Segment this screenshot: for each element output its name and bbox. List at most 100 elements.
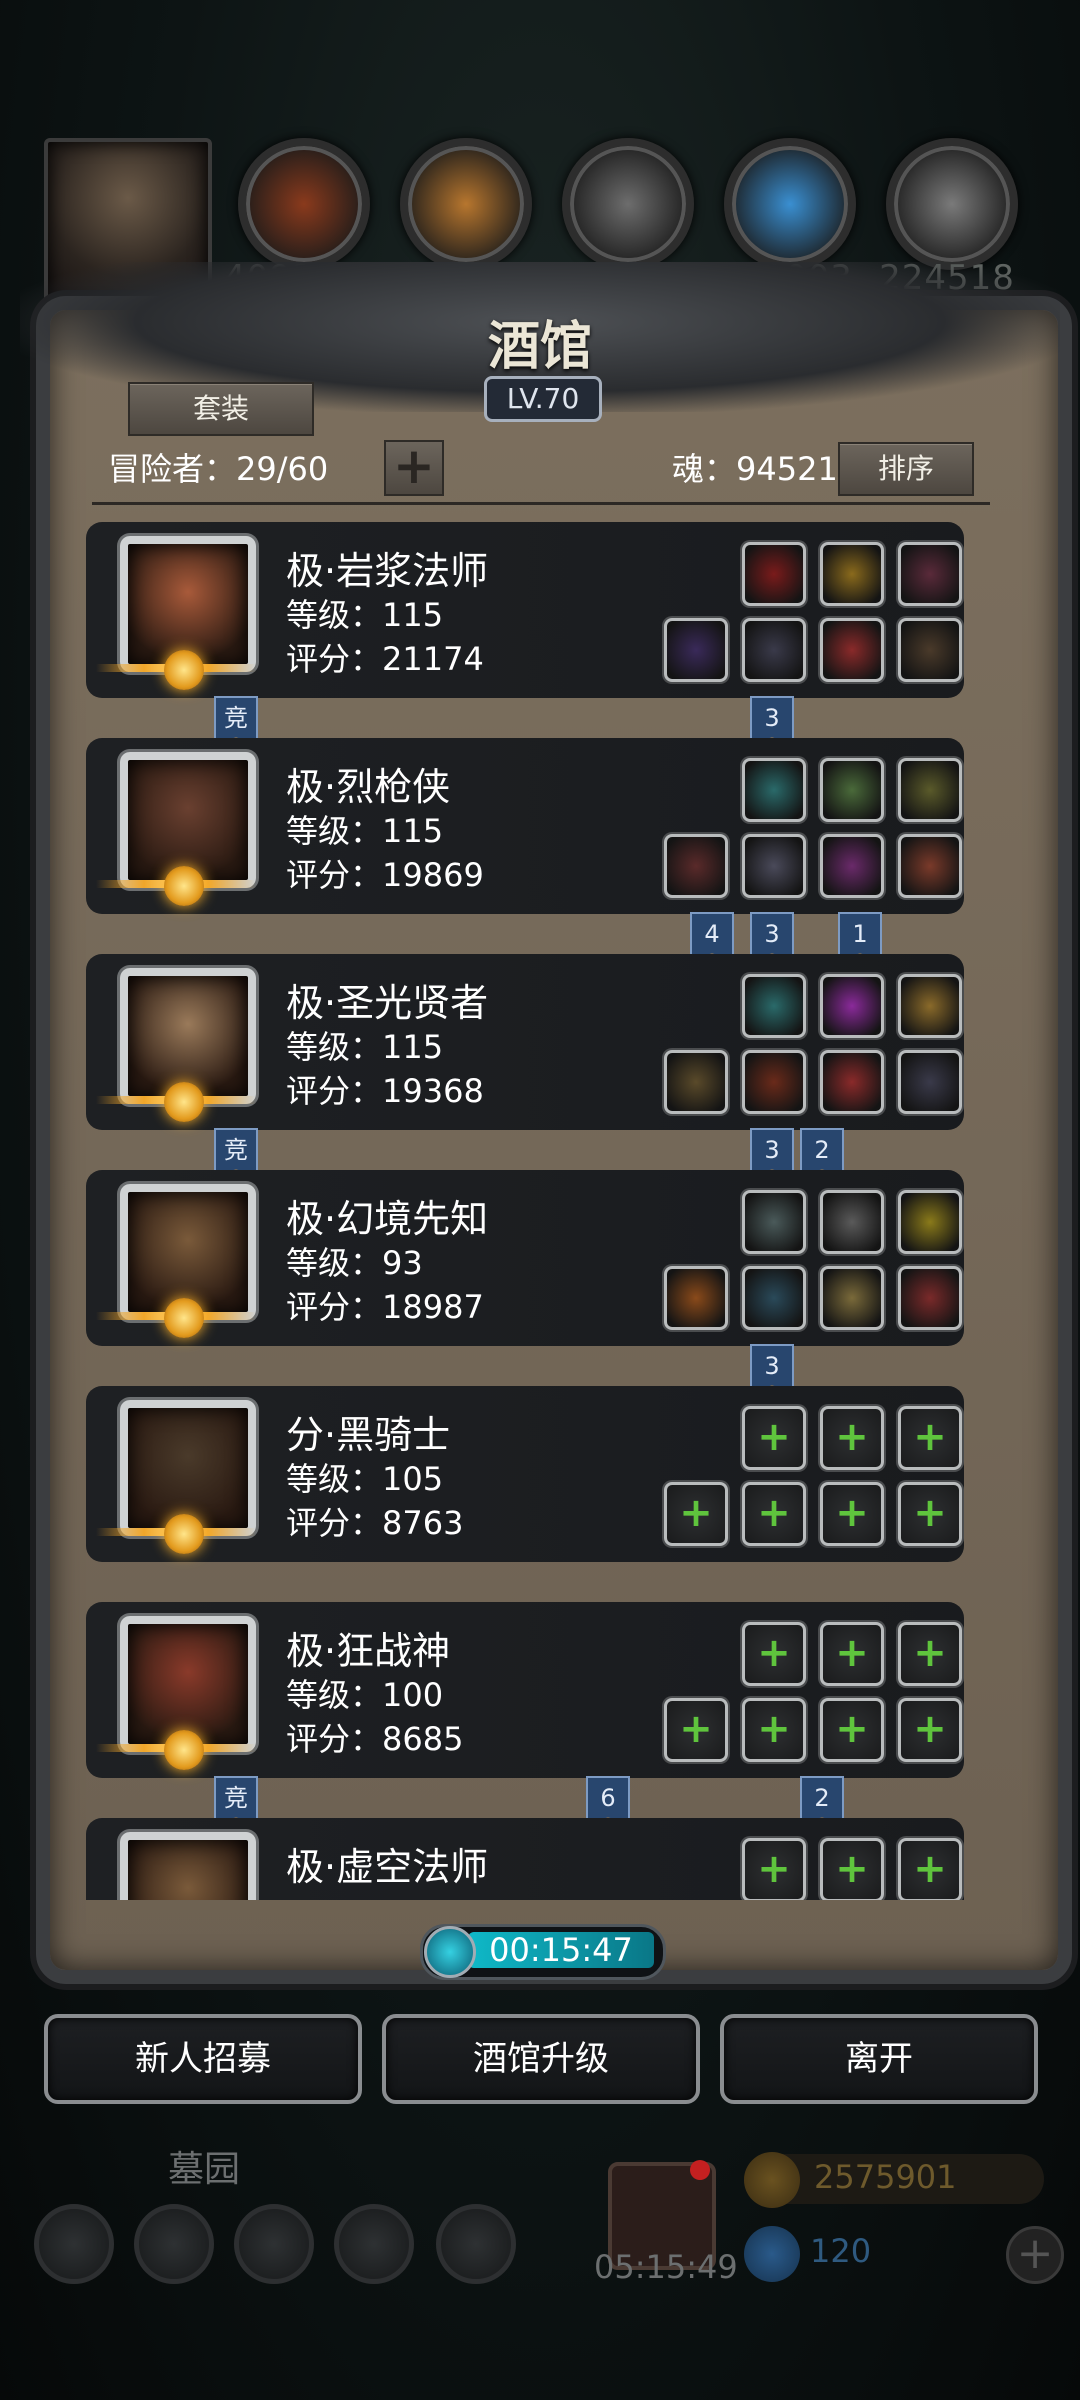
hero-name: 极·虚空法师	[286, 1845, 489, 1889]
empty-equip-slot[interactable]: +	[742, 1406, 806, 1470]
empty-equip-slot[interactable]: +	[898, 1838, 962, 1900]
equipment-slot[interactable]	[820, 1190, 884, 1254]
equipment-slot[interactable]	[742, 974, 806, 1038]
empty-equip-slot[interactable]: +	[664, 1698, 728, 1762]
hero-level: 等级：115	[286, 1028, 444, 1066]
add-gem-button[interactable]: +	[1006, 2226, 1064, 2284]
hero-card[interactable]: 分·黑骑士 等级：105 评分：8763 + + + + + + +	[86, 1386, 964, 1562]
empty-equip-slot[interactable]: +	[820, 1838, 884, 1900]
equipment-slot[interactable]	[898, 618, 962, 682]
equipment-slot[interactable]	[820, 834, 884, 898]
empty-equip-slot[interactable]: +	[898, 1406, 962, 1470]
equipment-slot[interactable]	[820, 758, 884, 822]
hero-portrait[interactable]	[120, 1832, 256, 1900]
hero-level: 等级：105	[286, 1460, 444, 1498]
equipment-slot[interactable]	[898, 1266, 962, 1330]
equipment-slot[interactable]	[742, 758, 806, 822]
meat-icon[interactable]	[238, 138, 370, 270]
hero-level: 等级：115	[286, 812, 444, 850]
equipment-slot[interactable]	[820, 1266, 884, 1330]
recruit-button[interactable]: 新人招募	[44, 2014, 362, 2104]
hero-card[interactable]: 极·幻境先知 等级：93 评分：18987	[86, 1170, 964, 1346]
leave-button[interactable]: 离开	[720, 2014, 1038, 2104]
mail-icon[interactable]	[334, 2204, 414, 2284]
equipment-slot[interactable]	[898, 542, 962, 606]
empty-equip-slot[interactable]: +	[820, 1406, 884, 1470]
equipment-slot[interactable]	[664, 834, 728, 898]
empty-equip-slot[interactable]: +	[898, 1622, 962, 1686]
equipment-slot[interactable]	[820, 542, 884, 606]
equipment-slot[interactable]	[742, 542, 806, 606]
empty-equip-slot[interactable]: +	[898, 1698, 962, 1762]
equipment-slot[interactable]	[820, 974, 884, 1038]
hero-card[interactable]: 极·狂战神 等级：100 评分：8685 + + + + + + +	[86, 1602, 964, 1778]
hero-card[interactable]: 极·岩浆法师 等级：115 评分：21174	[86, 522, 964, 698]
empty-equip-slot[interactable]: +	[820, 1482, 884, 1546]
hero-score: 评分：19368	[286, 1072, 484, 1110]
hero-score: 评分：19869	[286, 856, 484, 894]
refresh-timer: 00:15:47	[489, 1931, 633, 1969]
add-adventurer-slot-button[interactable]: +	[384, 440, 444, 496]
star-medal-icon	[164, 650, 204, 690]
hero-name: 极·圣光贤者	[286, 981, 489, 1025]
panel-title: 酒馆	[487, 316, 592, 377]
header-divider	[92, 502, 990, 505]
guild-icon[interactable]	[234, 2204, 314, 2284]
empty-equip-slot[interactable]: +	[820, 1622, 884, 1686]
wood-icon[interactable]	[400, 138, 532, 270]
equipment-slot[interactable]	[898, 834, 962, 898]
tavern-upgrade-button[interactable]: 酒馆升级	[382, 2014, 700, 2104]
tavern-level-badge: LV.70	[484, 376, 602, 422]
soul-amount: 魂：94521	[672, 450, 838, 488]
hero-level: 等级：100	[286, 1676, 444, 1714]
gift-timer: 05:15:49	[594, 2248, 738, 2286]
equipment-slot[interactable]	[898, 758, 962, 822]
equipment-slot[interactable]	[820, 1050, 884, 1114]
quest-icon[interactable]	[134, 2204, 214, 2284]
equipment-slot[interactable]	[742, 834, 806, 898]
empty-equip-slot[interactable]: +	[820, 1698, 884, 1762]
equipment-slot[interactable]	[898, 974, 962, 1038]
hero-name: 极·岩浆法师	[286, 549, 489, 593]
iron-icon[interactable]	[886, 138, 1018, 270]
empty-equip-slot[interactable]: +	[664, 1482, 728, 1546]
empty-equip-slot[interactable]: +	[742, 1622, 806, 1686]
bag-icon[interactable]	[436, 2204, 516, 2284]
equipment-slot[interactable]	[742, 618, 806, 682]
hero-level: 等级：115	[286, 596, 444, 634]
hero-card[interactable]: 极·虚空法师 + + +	[86, 1818, 964, 1900]
empty-equip-slot[interactable]: +	[742, 1698, 806, 1762]
outfit-button[interactable]: 套装	[128, 382, 314, 436]
stone-icon[interactable]	[562, 138, 694, 270]
equipment-slot[interactable]	[742, 1050, 806, 1114]
hero-card[interactable]: 极·圣光贤者 等级：115 评分：19368	[86, 954, 964, 1130]
star-medal-icon	[164, 866, 204, 906]
hero-name: 分·黑骑士	[286, 1413, 451, 1457]
adventurers-count: 冒险者：29/60	[108, 450, 329, 488]
equipment-slot[interactable]	[742, 1266, 806, 1330]
equipment-slot[interactable]	[664, 618, 728, 682]
equipment-slot[interactable]	[664, 1266, 728, 1330]
hero-name: 极·烈枪侠	[286, 765, 451, 809]
empty-equip-slot[interactable]: +	[898, 1482, 962, 1546]
hero-card[interactable]: 极·烈枪侠 等级：115 评分：19869	[86, 738, 964, 914]
settings-icon[interactable]	[34, 2204, 114, 2284]
star-medal-icon	[164, 1514, 204, 1554]
hero-score: 评分：21174	[286, 640, 484, 678]
sort-button[interactable]: 排序	[838, 442, 974, 496]
crystal-icon[interactable]	[724, 138, 856, 270]
star-medal-icon	[164, 1298, 204, 1338]
equipment-slot[interactable]	[898, 1190, 962, 1254]
equipment-slot[interactable]	[898, 1050, 962, 1114]
hero-score: 评分：8685	[286, 1720, 464, 1758]
area-name-label: 墓园	[168, 2149, 241, 2190]
hero-level: 等级：93	[286, 1244, 423, 1282]
empty-equip-slot[interactable]: +	[742, 1838, 806, 1900]
hero-list[interactable]: 极·岩浆法师 等级：115 评分：21174 竞 3 极·烈枪侠 等级：115 评分：1986…	[72, 510, 996, 1900]
hero-score: 评分：8763	[286, 1504, 464, 1542]
star-medal-icon	[164, 1730, 204, 1770]
empty-equip-slot[interactable]: +	[742, 1482, 806, 1546]
equipment-slot[interactable]	[742, 1190, 806, 1254]
equipment-slot[interactable]	[664, 1050, 728, 1114]
equipment-slot[interactable]	[820, 618, 884, 682]
